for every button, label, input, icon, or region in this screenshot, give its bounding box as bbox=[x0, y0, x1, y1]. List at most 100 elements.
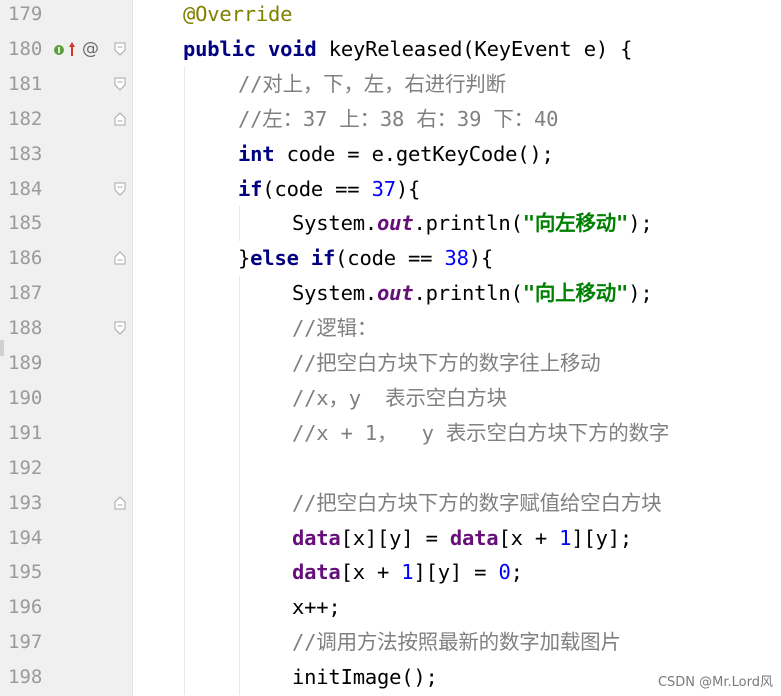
code-line[interactable]: 186}else if(code == 38){ bbox=[0, 241, 781, 276]
code-token: //x + 1， y 表示空白方块下方的数字 bbox=[292, 420, 670, 445]
code-token: 37 bbox=[371, 176, 396, 201]
code-line[interactable]: 180 @ public void keyReleased(KeyEvent e) … bbox=[0, 32, 781, 67]
code-token: code = e.getKeyCode(); bbox=[286, 141, 554, 166]
code-text: x++; bbox=[292, 590, 341, 625]
line-number: 189 bbox=[8, 352, 43, 374]
fold-open-icon[interactable] bbox=[114, 182, 126, 196]
code-token: //逻辑： bbox=[292, 316, 378, 341]
code-line[interactable]: 190 //x，y 表示空白方块 bbox=[0, 381, 781, 416]
code-token: //左：37 上：38 右：39 下：40 bbox=[238, 106, 559, 131]
code-token: out bbox=[377, 281, 414, 306]
code-token: initImage(); bbox=[292, 665, 438, 690]
code-text: if(code == 37){ bbox=[238, 172, 420, 207]
code-text: data[x][y] = data[x + 1][y]; bbox=[292, 521, 632, 556]
line-number: 196 bbox=[8, 596, 43, 619]
code-line[interactable]: 192 bbox=[0, 451, 781, 486]
code-token: ][y]; bbox=[571, 525, 633, 550]
code-line[interactable]: 187 System.out.println("向上移动"); bbox=[0, 276, 781, 311]
code-text: //调用方法按照最新的数字加载图片 bbox=[292, 625, 621, 660]
code-token: keyReleased(KeyEvent e) { bbox=[328, 36, 633, 61]
line-number: 188 bbox=[8, 317, 43, 340]
code-token: (code == bbox=[262, 176, 372, 201]
line-number: 183 bbox=[8, 142, 43, 165]
code-line[interactable]: 189 //把空白方块下方的数字往上移动 bbox=[0, 346, 781, 381]
fold-close-icon[interactable] bbox=[114, 495, 126, 510]
code-line[interactable]: 194 data[x][y] = data[x + 1][y]; bbox=[0, 521, 781, 556]
line-number: 192 bbox=[8, 456, 43, 479]
code-token: else if bbox=[250, 246, 336, 271]
code-line[interactable]: 184 if(code == 37){ bbox=[0, 172, 781, 207]
code-token: System. bbox=[292, 211, 377, 236]
code-line[interactable]: 196 x++; bbox=[0, 590, 781, 625]
code-line[interactable]: 195 data[x + 1][y] = 0; bbox=[0, 555, 781, 590]
code-text: //把空白方块下方的数字往上移动 bbox=[292, 346, 601, 381]
code-token: //调用方法按照最新的数字加载图片 bbox=[292, 630, 621, 655]
code-token: [x][y] = bbox=[340, 525, 450, 550]
code-token: data bbox=[292, 525, 341, 550]
code-token: [x + bbox=[498, 525, 560, 550]
code-token: System. bbox=[292, 281, 377, 306]
code-text: //左：37 上：38 右：39 下：40 bbox=[238, 102, 558, 137]
code-text: //x，y 表示空白方块 bbox=[292, 381, 507, 416]
code-token: //把空白方块下方的数字往上移动 bbox=[292, 351, 601, 375]
code-token: [x + bbox=[340, 560, 402, 585]
code-text: //对上，下，左，右进行判断 bbox=[238, 67, 506, 102]
code-text: @Override bbox=[183, 0, 292, 32]
code-line[interactable]: 197 //调用方法按照最新的数字加载图片 bbox=[0, 625, 781, 660]
code-token: data bbox=[449, 525, 499, 550]
code-token: void bbox=[268, 36, 329, 61]
line-number: 197 bbox=[8, 631, 43, 654]
code-token: ); bbox=[628, 211, 653, 236]
code-text: data[x + 1][y] = 0; bbox=[292, 555, 523, 590]
code-token: "向上移动" bbox=[522, 281, 629, 306]
code-line[interactable]: 181 //对上，下，左，右进行判断 bbox=[0, 67, 781, 102]
code-line[interactable]: 185 System.out.println("向左移动"); bbox=[0, 206, 781, 241]
implements-icon[interactable] bbox=[52, 42, 66, 56]
code-text: int code = e.getKeyCode(); bbox=[238, 137, 554, 172]
code-token: 1 bbox=[559, 525, 572, 550]
code-line[interactable]: 183 int code = e.getKeyCode(); bbox=[0, 137, 781, 172]
code-token: 38 bbox=[444, 246, 469, 271]
line-number: 184 bbox=[8, 177, 43, 200]
line-number: 182 bbox=[8, 107, 43, 130]
line-number: 191 bbox=[8, 421, 43, 444]
code-token: //对上，下，左，右进行判断 bbox=[238, 71, 506, 96]
line-number: 180 bbox=[8, 37, 43, 60]
code-text: //逻辑： bbox=[292, 311, 377, 346]
fold-open-icon[interactable] bbox=[114, 42, 126, 56]
code-line[interactable]: 182 //左：37 上：38 右：39 下：40 bbox=[0, 102, 781, 137]
code-token: public bbox=[183, 36, 268, 61]
overrides-arrow-icon[interactable] bbox=[68, 41, 76, 57]
code-token: ){ bbox=[395, 176, 421, 201]
code-text: //把空白方块下方的数字赋值给空白方块 bbox=[292, 486, 662, 521]
override-annotation-icon[interactable]: @ bbox=[82, 39, 99, 59]
fold-open-icon[interactable] bbox=[114, 77, 126, 91]
code-line[interactable]: 191 //x + 1， y 表示空白方块下方的数字 bbox=[0, 416, 781, 451]
code-token: "向左移动" bbox=[522, 211, 629, 236]
code-token: 0 bbox=[498, 560, 511, 585]
code-line[interactable]: 193 //把空白方块下方的数字赋值给空白方块 bbox=[0, 486, 781, 521]
code-line[interactable]: 179 @Override bbox=[0, 0, 781, 32]
code-text: System.out.println("向上移动"); bbox=[292, 276, 653, 311]
code-line[interactable]: 188 //逻辑： bbox=[0, 311, 781, 346]
line-number: 190 bbox=[8, 386, 43, 409]
watermark: CSDN @Mr.Lord风 bbox=[657, 675, 773, 690]
implements-marker[interactable]: @ bbox=[52, 38, 99, 60]
code-token: int bbox=[238, 141, 287, 166]
code-text: System.out.println("向左移动"); bbox=[292, 206, 653, 241]
line-number: 185 bbox=[8, 212, 43, 235]
code-token: ){ bbox=[468, 246, 494, 271]
code-token: //x，y 表示空白方块 bbox=[292, 385, 507, 410]
code-token: .println( bbox=[413, 211, 523, 236]
line-number: 195 bbox=[8, 561, 43, 584]
code-token: ][y] = bbox=[413, 560, 499, 585]
line-number: 187 bbox=[8, 282, 43, 305]
line-number: 193 bbox=[8, 491, 43, 514]
line-number: 198 bbox=[8, 666, 43, 689]
fold-open-icon[interactable] bbox=[114, 321, 126, 335]
code-token: 1 bbox=[401, 560, 414, 585]
fold-close-icon[interactable] bbox=[114, 111, 126, 126]
fold-close-icon[interactable] bbox=[114, 251, 126, 265]
code-token: @Override bbox=[183, 2, 293, 26]
code-token: } bbox=[238, 246, 251, 271]
